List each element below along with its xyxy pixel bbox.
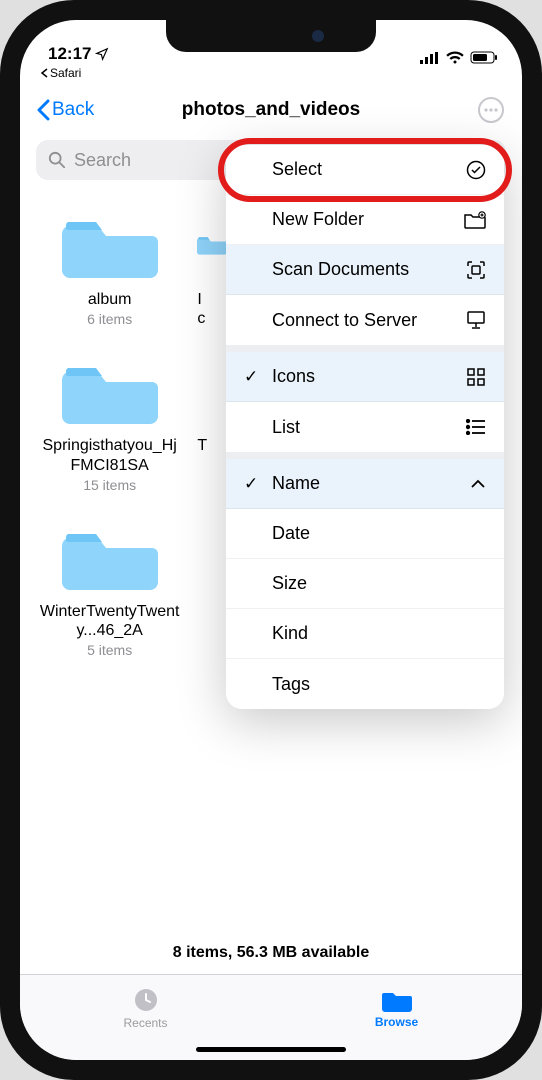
ellipsis-circle-icon <box>478 97 504 123</box>
tab-browse[interactable]: Browse <box>271 975 522 1040</box>
folder-plus-icon <box>464 211 486 229</box>
menu-item-new-folder[interactable]: New Folder <box>226 195 504 245</box>
menu-item-sort-tags[interactable]: Tags <box>226 659 504 709</box>
menu-item-view-icons[interactable]: ✓ Icons <box>226 352 504 402</box>
checkmark-icon: ✓ <box>244 367 262 387</box>
item-name: I <box>197 290 201 309</box>
tab-label: Browse <box>375 1015 418 1029</box>
menu-item-sort-kind[interactable]: Kind <box>226 609 504 659</box>
item-name: Springisthatyou_HjFMCI81SA <box>40 436 180 474</box>
scan-icon <box>466 260 486 280</box>
menu-label: Scan Documents <box>272 259 409 280</box>
chevron-up-icon <box>470 479 486 489</box>
menu-label: Tags <box>272 674 310 695</box>
menu-label: Connect to Server <box>272 310 417 331</box>
folder-icon <box>62 208 158 280</box>
item-name: album <box>88 290 132 309</box>
folder-item-album[interactable]: album 6 items <box>36 192 183 328</box>
context-menu: Select New Folder Scan Documents Connect… <box>226 145 504 709</box>
menu-label: Kind <box>272 623 308 644</box>
menu-item-scan-documents[interactable]: Scan Documents <box>226 245 504 295</box>
server-icon <box>466 310 486 330</box>
menu-item-connect-server[interactable]: Connect to Server <box>226 295 504 345</box>
back-button[interactable]: Back <box>36 99 94 121</box>
device-notch <box>166 20 376 52</box>
menu-separator <box>226 452 504 459</box>
more-options-button[interactable] <box>476 95 506 125</box>
folder-item-spring[interactable]: Springisthatyou_HjFMCI81SA 15 items <box>36 338 183 493</box>
folder-icon <box>62 354 158 426</box>
checkmark-circle-icon <box>466 160 486 180</box>
item-name: WinterTwentyTwenty...46_2A <box>40 602 180 640</box>
grid-icon <box>466 367 486 387</box>
checkmark-icon: ✓ <box>244 474 262 494</box>
battery-icon <box>470 51 498 64</box>
menu-item-sort-date[interactable]: Date <box>226 509 504 559</box>
folder-icon <box>197 208 227 280</box>
folder-item-winter[interactable]: WinterTwentyTwenty...46_2A 5 items <box>36 504 183 675</box>
list-icon <box>466 419 486 435</box>
return-to-app[interactable]: Safari <box>20 64 522 86</box>
menu-item-select[interactable]: Select <box>226 145 504 195</box>
return-app-label: Safari <box>50 66 81 80</box>
back-label: Back <box>52 99 94 121</box>
search-icon <box>48 151 66 169</box>
status-time: 12:17 <box>48 44 91 64</box>
location-icon <box>95 47 109 61</box>
tab-recents[interactable]: Recents <box>20 975 271 1040</box>
chevron-left-icon <box>36 99 50 121</box>
item-meta: 5 items <box>87 642 132 659</box>
menu-separator <box>226 345 504 352</box>
wifi-icon <box>446 51 464 64</box>
menu-label: List <box>272 417 300 438</box>
clock-icon <box>132 986 160 1014</box>
menu-label: Name <box>272 473 320 494</box>
menu-label: Size <box>272 573 307 594</box>
footer-status: 8 items, 56.3 MB available <box>20 926 522 974</box>
folder-icon <box>382 987 412 1013</box>
item-meta: 6 items <box>87 311 132 328</box>
menu-item-view-list[interactable]: List <box>226 402 504 452</box>
item-name: T <box>197 436 207 455</box>
menu-item-sort-name[interactable]: ✓ Name <box>226 459 504 509</box>
menu-label: Icons <box>272 366 315 387</box>
menu-label: New Folder <box>272 209 364 230</box>
item-meta: 15 items <box>83 477 136 494</box>
menu-label: Date <box>272 523 310 544</box>
tab-label: Recents <box>123 1016 167 1030</box>
nav-bar: Back photos_and_videos <box>20 86 522 134</box>
menu-item-sort-size[interactable]: Size <box>226 559 504 609</box>
caret-left-icon <box>40 68 48 78</box>
search-placeholder: Search <box>74 150 131 171</box>
folder-icon <box>62 520 158 592</box>
signal-icon <box>420 52 440 64</box>
page-title: photos_and_videos <box>182 99 360 121</box>
item-name-line2: c <box>197 309 205 328</box>
home-indicator[interactable] <box>196 1047 346 1052</box>
menu-label: Select <box>272 159 322 180</box>
